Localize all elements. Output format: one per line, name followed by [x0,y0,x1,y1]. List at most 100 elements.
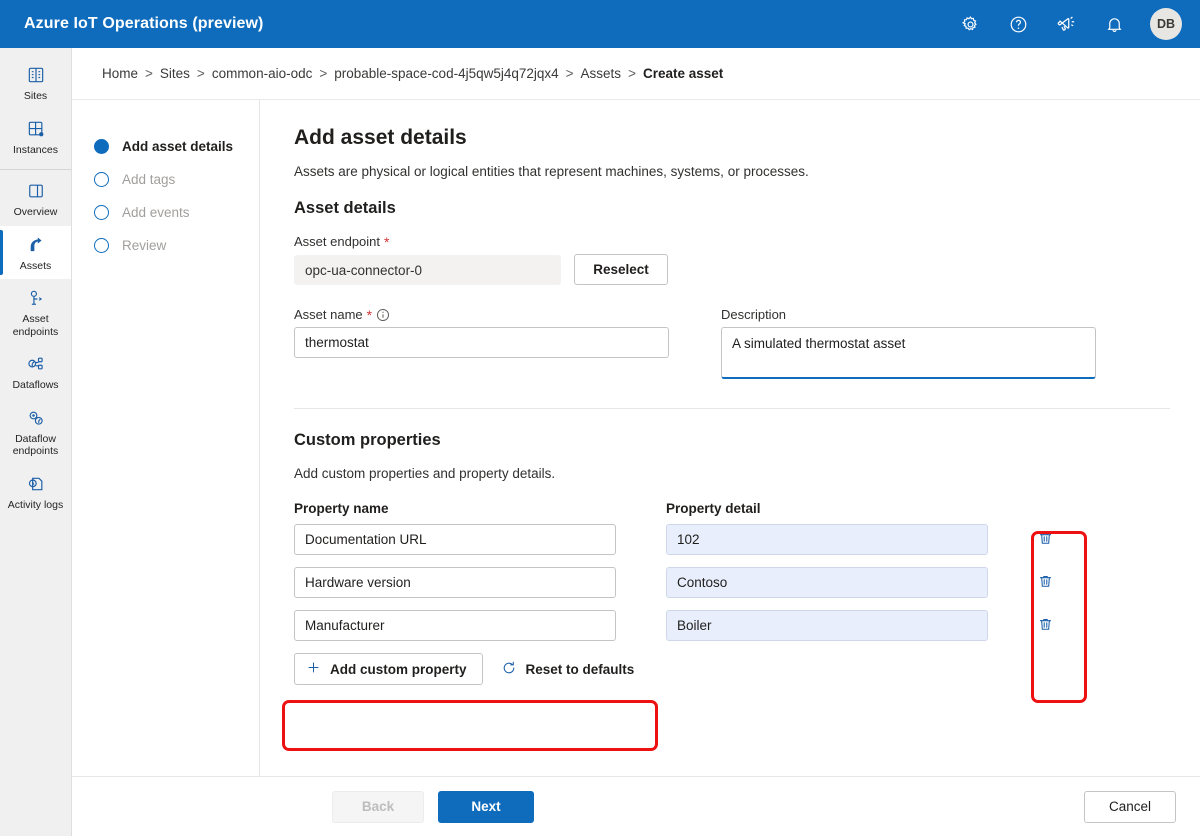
step-indicator-icon [94,238,109,253]
info-icon[interactable] [376,308,390,322]
property-detail-input[interactable] [666,610,988,641]
description-field-group: Description [721,307,1096,384]
asset-endpoints-icon [25,287,47,309]
breadcrumb-item-instance[interactable]: common-aio-odc [212,66,313,81]
back-button[interactable]: Back [332,790,424,823]
wizard-step-add-tags[interactable]: Add tags [72,163,259,196]
page-container: Home > Sites > common-aio-odc > probable… [72,48,1200,836]
trash-icon [1037,573,1054,593]
asset-endpoint-row: Reselect [294,254,1170,285]
dataflows-icon [25,353,47,375]
asset-endpoint-input[interactable] [294,255,561,285]
assets-icon [25,234,47,256]
settings-icon[interactable] [954,8,986,40]
topbar-icon-group: DB [954,8,1182,40]
custom-properties-heading: Custom properties [294,431,441,449]
breadcrumb-separator: > [628,66,636,81]
breadcrumb-current-page: Create asset [642,66,724,81]
notifications-icon[interactable] [1098,8,1130,40]
wizard-step-list: Add asset details Add tags Add events Re… [72,100,260,776]
top-navigation-bar: Azure IoT Operations (preview) DB [0,0,1200,48]
app-brand-title: Azure IoT Operations (preview) [24,15,264,32]
asset-endpoint-field-group: Asset endpoint * Reselect [294,234,1170,285]
trash-icon [1037,530,1054,550]
next-button[interactable]: Next [438,790,534,823]
step-indicator-icon [94,139,109,154]
reselect-button[interactable]: Reselect [574,254,668,285]
sidebar-item-instances[interactable]: Instances [0,110,71,164]
asset-details-heading: Asset details [294,199,396,217]
breadcrumb-item-assets[interactable]: Assets [581,66,622,81]
sidebar-item-dataflow-endpoints[interactable]: Dataflow endpoints [0,399,71,465]
asset-name-input[interactable] [294,327,669,358]
cancel-button[interactable]: Cancel [1084,790,1176,823]
help-icon[interactable] [1002,8,1034,40]
sidebar-item-overview[interactable]: Overview [0,172,71,226]
asset-name-field-group: Asset name * [294,307,669,358]
footer-primary-buttons: Back Next [332,790,534,823]
breadcrumb-item-sites[interactable]: Sites [160,66,190,81]
overview-icon [25,180,47,202]
custom-properties-subtitle: Add custom properties and property detai… [294,466,556,481]
custom-properties-column-headers: Property name Property detail [294,501,1170,516]
breadcrumb-separator: > [196,66,205,81]
add-custom-property-button[interactable]: Add custom property [294,653,483,685]
property-name-input[interactable] [294,524,616,555]
custom-property-row [294,610,1170,641]
delete-property-button[interactable] [1030,525,1060,555]
breadcrumb-separator: > [565,66,574,81]
required-asterisk: * [366,306,373,323]
delete-property-button[interactable] [1030,611,1060,641]
required-asterisk: * [384,233,390,250]
asset-endpoint-label-text: Asset endpoint [294,234,381,249]
description-label: Description [721,307,1096,322]
breadcrumb: Home > Sites > common-aio-odc > probable… [72,48,1200,100]
refresh-icon [501,660,517,679]
wizard-step-label: Add tags [122,172,176,187]
breadcrumb-item-home[interactable]: Home [102,66,138,81]
rail-divider [0,169,71,170]
sidebar-item-dataflows[interactable]: Dataflows [0,345,71,399]
description-label-text: Description [721,307,787,322]
app-body: Sites Instances Overview Assets Asset en… [0,48,1200,836]
breadcrumb-separator: > [319,66,328,81]
property-name-input[interactable] [294,567,616,598]
user-avatar[interactable]: DB [1150,8,1182,40]
sidebar-item-label: Dataflow endpoints [12,432,59,458]
add-custom-property-label: Add custom property [330,661,467,677]
description-textarea[interactable] [721,327,1096,379]
reset-to-defaults-button[interactable]: Reset to defaults [491,653,645,685]
sites-icon [25,64,47,86]
feedback-icon[interactable] [1050,8,1082,40]
property-name-input[interactable] [294,610,616,641]
page-title: Add asset details [294,126,467,149]
property-detail-input[interactable] [666,524,988,555]
section-divider [294,408,1170,409]
custom-property-actions: Add custom property Reset to defaults [294,653,1170,685]
sidebar-item-label: Sites [23,90,48,102]
plus-icon [306,660,321,678]
sidebar-item-activity-logs[interactable]: Activity logs [0,465,71,519]
custom-property-row [294,524,1170,555]
instances-icon [25,118,47,140]
step-indicator-icon [94,205,109,220]
wizard-step-review[interactable]: Review [72,229,259,262]
delete-property-button[interactable] [1030,568,1060,598]
sidebar-item-assets[interactable]: Assets [0,225,71,279]
asset-name-label-text: Asset name [294,307,363,322]
sidebar-item-label: Dataflows [12,379,59,391]
column-header-property-name: Property name [294,501,389,516]
sidebar-item-label: Assets [19,259,52,272]
main-content: Add asset details Assets are physical or… [260,100,1200,776]
sidebar-item-sites[interactable]: Sites [0,56,71,110]
property-detail-input[interactable] [666,567,988,598]
page-subtitle: Assets are physical or logical entities … [294,164,809,179]
step-indicator-icon [94,172,109,187]
wizard-step-label: Review [122,238,167,253]
app-root: Azure IoT Operations (preview) DB Sites … [0,0,1200,836]
wizard-step-add-events[interactable]: Add events [72,196,259,229]
sidebar-item-label: Overview [13,206,58,218]
wizard-step-add-asset-details[interactable]: Add asset details [72,130,259,163]
sidebar-item-asset-endpoints[interactable]: Asset endpoints [0,279,71,345]
breadcrumb-item-resource[interactable]: probable-space-cod-4j5qw5j4q72jqx4 [334,66,558,81]
